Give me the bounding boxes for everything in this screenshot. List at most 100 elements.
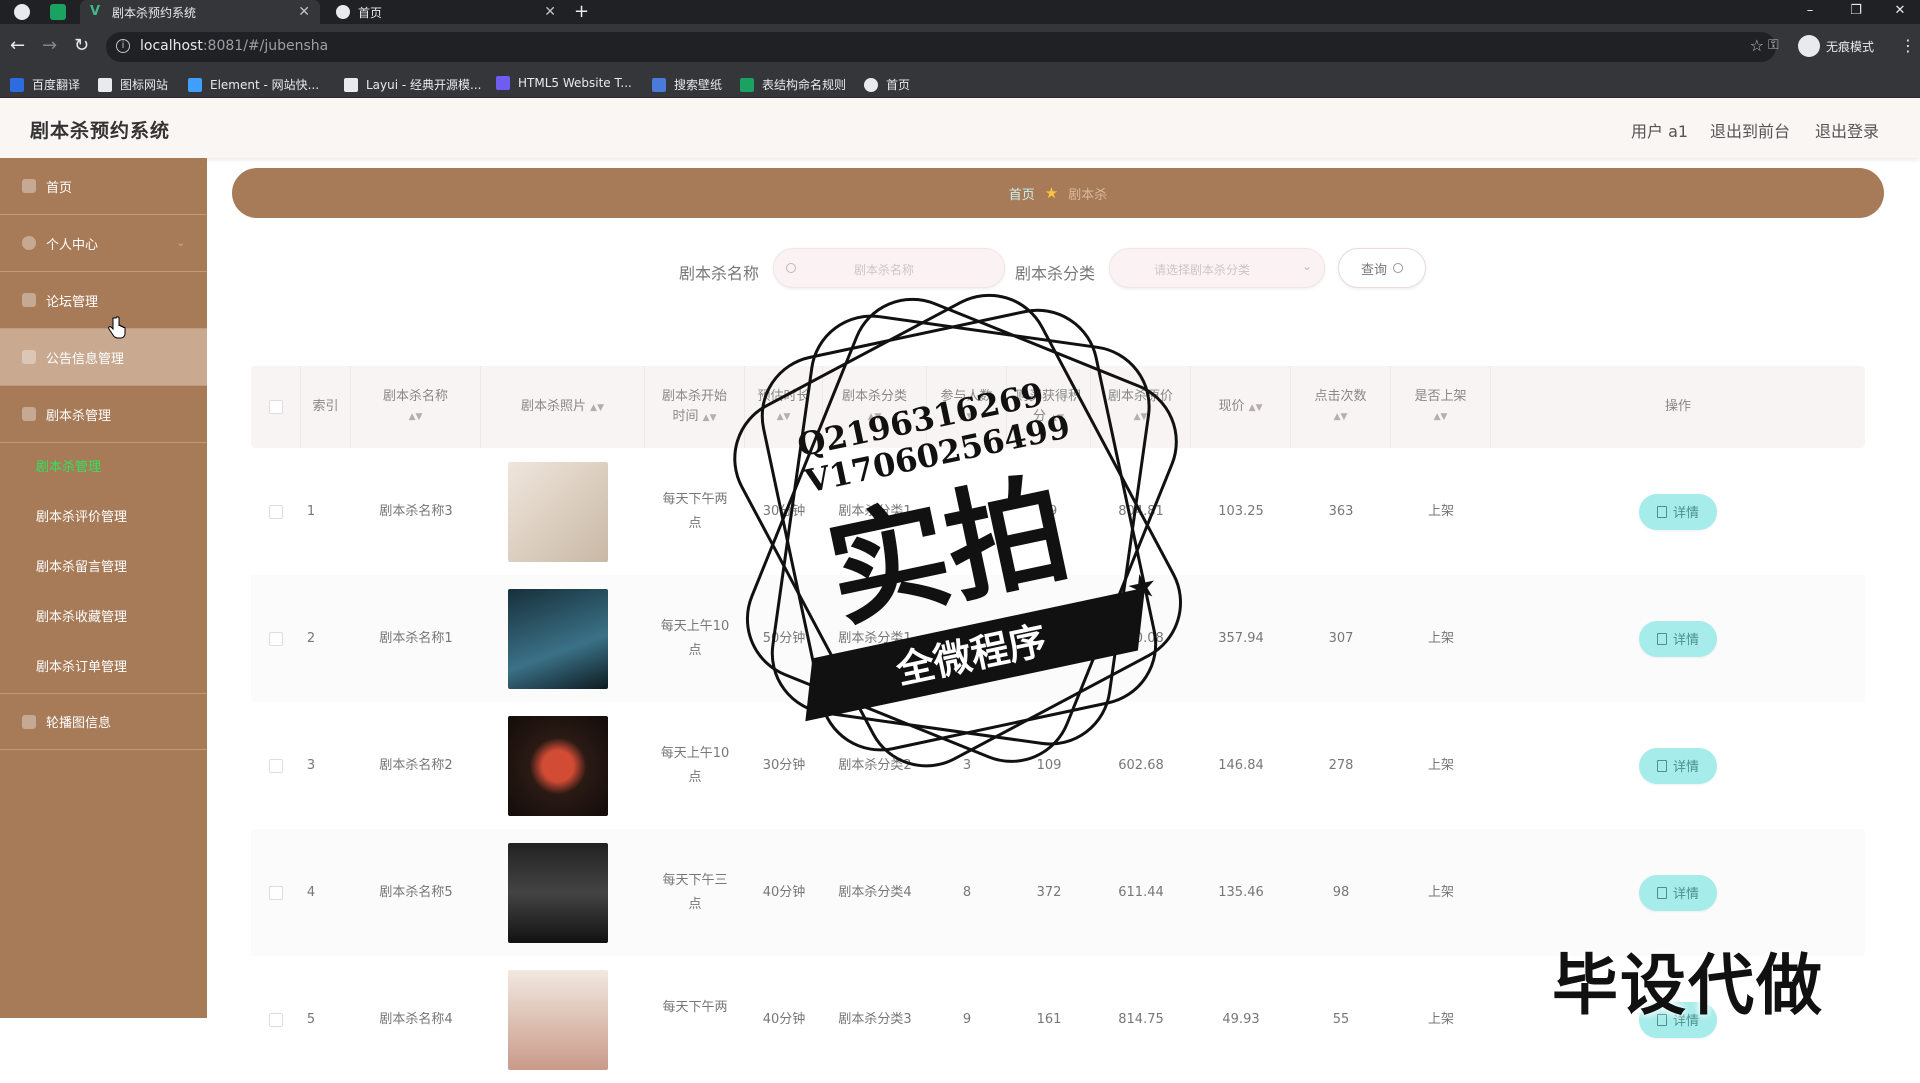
bookmark-item[interactable]: HTML5 Website T...: [496, 76, 632, 90]
tab-close-icon[interactable]: ✕: [544, 4, 556, 20]
row-checkbox[interactable]: [269, 885, 283, 900]
bookmark-item[interactable]: Layui - 经典开源模...: [344, 76, 481, 93]
sidebar-item-jubensha[interactable]: 剧本杀管理: [0, 386, 207, 443]
bookmark-item[interactable]: 图标网站: [98, 76, 168, 93]
th-clicks[interactable]: 点击次数 ▲▼: [1291, 366, 1391, 448]
sidebar-sub-jubensha-manage[interactable]: 剧本杀管理: [36, 456, 101, 475]
sidebar-item-home[interactable]: 首页: [0, 158, 207, 215]
menu-kebab-icon[interactable]: ⋮: [1900, 36, 1916, 55]
address-bar-row: ← → ↻ i localhost:8081/#/jubensha ☆ ⚿ 无痕…: [0, 24, 1920, 70]
html5-icon: [496, 76, 510, 90]
breadcrumb-home[interactable]: 首页: [1009, 184, 1035, 203]
cell-name: 剧本杀名称1: [379, 630, 453, 646]
cell-photo-thumbnail[interactable]: [508, 969, 608, 1070]
row-checkbox[interactable]: [269, 758, 283, 773]
query-button[interactable]: 查询: [1338, 248, 1426, 288]
cell-category: 剧本杀分类1: [838, 630, 912, 646]
close-window-button[interactable]: ✕: [1880, 0, 1920, 24]
detail-button[interactable]: 详情: [1639, 874, 1717, 911]
row-checkbox[interactable]: [269, 1012, 283, 1027]
sort-icon: ▲▼: [867, 412, 882, 422]
forward-button[interactable]: →: [42, 36, 57, 56]
tab-close-icon[interactable]: ✕: [298, 4, 310, 20]
row-checkbox[interactable]: [269, 504, 283, 519]
logout-link[interactable]: 退出登录: [1815, 118, 1879, 142]
sort-icon: ▲▼: [959, 412, 974, 422]
key-icon[interactable]: ⚿: [1768, 37, 1779, 53]
sort-icon: ▲▼: [1433, 412, 1448, 422]
th-op: 操作: [1664, 399, 1691, 414]
pinned-tab-globe-icon[interactable]: [14, 4, 30, 20]
cell-points: 161: [1036, 1011, 1062, 1027]
th-players[interactable]: 参与人数 ▲▼: [927, 366, 1007, 448]
sidebar-sub-message[interactable]: 剧本杀留言管理: [36, 556, 127, 575]
new-tab-button[interactable]: +: [574, 0, 589, 24]
tab-active[interactable]: V 剧本杀预约系统 ✕: [80, 0, 320, 24]
sidebar-item-notice[interactable]: 公告信息管理: [0, 329, 207, 386]
th-on-shelf[interactable]: 是否上架 ▲▼: [1391, 366, 1491, 448]
th-orig-price[interactable]: 剧本杀原价 ▲▼: [1091, 366, 1191, 448]
bookmark-item[interactable]: Element - 网站快...: [188, 76, 319, 93]
bookmark-item[interactable]: 搜索壁纸: [652, 76, 722, 93]
globe-icon: [864, 77, 878, 92]
incognito-indicator[interactable]: 无痕模式: [1798, 35, 1874, 57]
th-points[interactable]: 购买获得积分 ▲▼: [1007, 366, 1091, 448]
cell-clicks: 307: [1328, 630, 1354, 646]
url-input[interactable]: i localhost:8081/#/jubensha ☆: [106, 32, 1776, 62]
image-icon: [22, 714, 36, 729]
cell-clicks: 55: [1332, 1011, 1350, 1027]
cell-photo-thumbnail[interactable]: [508, 842, 608, 943]
incognito-icon: [1798, 35, 1820, 57]
category-select[interactable]: 请选择剧本杀分类 ⌄: [1109, 248, 1325, 288]
cell-photo-thumbnail[interactable]: [508, 588, 608, 689]
tab-title: 首页: [358, 5, 383, 20]
tab-home[interactable]: 首页 ✕: [326, 0, 566, 24]
globe-icon: [336, 5, 350, 19]
bookmark-item[interactable]: 首页: [864, 76, 910, 93]
bookmark-item[interactable]: 百度翻译: [10, 76, 80, 93]
back-button[interactable]: ←: [10, 36, 25, 56]
cell-category: 剧本杀分类1: [838, 503, 912, 519]
th-start-time[interactable]: 剧本杀开始 时间 ▲▼: [645, 366, 745, 448]
info-icon[interactable]: i: [116, 39, 130, 53]
bookmark-item[interactable]: 表结构命名规则: [740, 76, 846, 93]
bookmark-star-icon[interactable]: ☆: [1750, 36, 1764, 55]
detail-button[interactable]: 详情: [1639, 493, 1717, 530]
restore-button[interactable]: ❐: [1836, 0, 1876, 24]
cell-photo-thumbnail[interactable]: [508, 461, 608, 562]
cell-on-shelf: 上架: [1427, 757, 1454, 773]
cell-category: 剧本杀分类4: [838, 884, 912, 900]
th-duration[interactable]: 预估时长 ▲▼: [745, 366, 823, 448]
reload-button[interactable]: ↻: [74, 36, 89, 56]
sidebar-sub-order[interactable]: 剧本杀订单管理: [36, 656, 127, 675]
pinned-tab-sheet-icon[interactable]: [50, 4, 66, 20]
th-photo[interactable]: 剧本杀照片 ▲▼: [481, 366, 645, 448]
select-all-checkbox[interactable]: [268, 400, 283, 414]
url-text: localhost:8081/#/jubensha: [140, 38, 329, 54]
sort-icon: ▲▼: [1050, 412, 1064, 423]
cell-start-time: 每天上午10 点: [660, 745, 730, 785]
cell-players: 8: [962, 884, 972, 900]
th-price[interactable]: 现价 ▲▼: [1191, 366, 1291, 448]
sidebar-sub-favorite[interactable]: 剧本杀收藏管理: [36, 606, 127, 625]
detail-button[interactable]: 详情: [1639, 747, 1717, 784]
cell-photo-thumbnail[interactable]: [508, 715, 608, 816]
cell-points: 79: [1040, 503, 1058, 519]
cell-duration: 40分钟: [762, 1011, 806, 1027]
star-icon: ★: [1044, 184, 1059, 202]
chevron-down-icon: ⌄: [176, 237, 185, 249]
user-name[interactable]: 用户 a1: [1631, 118, 1688, 142]
cell-price: 103.25: [1218, 503, 1264, 519]
cell-on-shelf: 上架: [1427, 503, 1454, 519]
cell-price: 49.93: [1222, 1011, 1260, 1027]
sidebar-item-carousel[interactable]: 轮播图信息: [0, 693, 207, 750]
th-category[interactable]: 剧本杀分类 ▲▼: [823, 366, 927, 448]
name-search-input[interactable]: 剧本杀名称: [773, 248, 1005, 288]
exit-to-front-link[interactable]: 退出到前台: [1710, 118, 1790, 142]
th-name[interactable]: 剧本杀名称 ▲▼: [351, 366, 481, 448]
minimize-button[interactable]: –: [1790, 0, 1830, 24]
row-checkbox[interactable]: [269, 631, 283, 646]
detail-button[interactable]: 详情: [1639, 620, 1717, 657]
cell-start-time: 每天下午两点: [662, 491, 728, 531]
sidebar-sub-review[interactable]: 剧本杀评价管理: [36, 506, 127, 525]
